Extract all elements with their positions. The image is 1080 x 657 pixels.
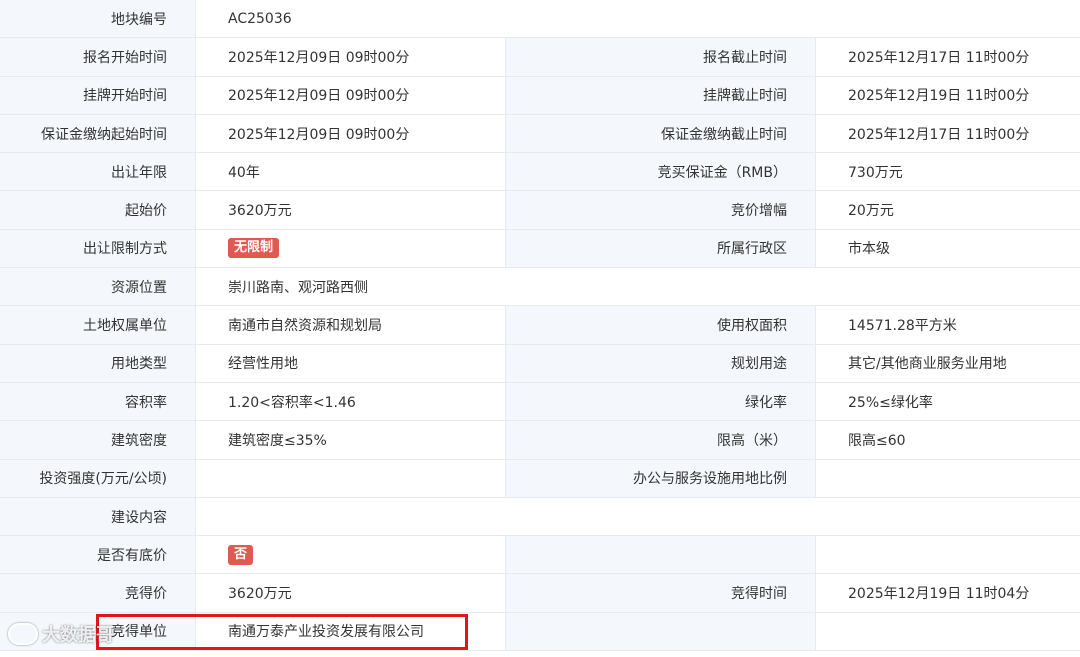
- label-winning-price: 竞得价: [0, 574, 196, 612]
- table-row-term-deposit: 出让年限 40年 竞买保证金（RMB） 730万元: [0, 153, 1080, 192]
- table-row-density: 建筑密度 建筑密度≤35% 限高（米） 限高≤60: [0, 421, 1080, 460]
- value-green-ratio: 25%≤绿化率: [816, 382, 1080, 421]
- table-row-reserve-price: 是否有底价 否: [0, 536, 1080, 575]
- table-row-price: 起始价 3620万元 竞价增幅 20万元: [0, 191, 1080, 230]
- value-empty: [816, 612, 1080, 651]
- table-row-investment: 投资强度(万元/公顷) 办公与服务设施用地比例: [0, 459, 1080, 498]
- value-lease-term: 40年: [196, 153, 506, 191]
- label-deposit-end: 保证金缴纳截止时间: [506, 114, 816, 153]
- table-row-ratio: 容积率 1.20<容积率<1.46 绿化率 25%≤绿化率: [0, 382, 1080, 422]
- label-lease-term: 出让年限: [0, 153, 196, 191]
- label-plot-ratio: 容积率: [0, 382, 196, 421]
- value-plot-ratio: 1.20<容积率<1.46: [196, 382, 506, 421]
- table-row-ownership: 土地权属单位 南通市自然资源和规划局 使用权面积 14571.28平方米: [0, 306, 1080, 345]
- value-construction: [196, 497, 1080, 536]
- value-bid-increment: 20万元: [816, 191, 1080, 229]
- table-row-registration: 报名开始时间 2025年12月09日 09时00分 报名截止时间 2025年12…: [0, 38, 1080, 77]
- label-location: 资源位置: [0, 268, 196, 306]
- value-plot-number: AC25036: [196, 0, 1080, 38]
- value-building-density: 建筑密度≤35%: [196, 421, 506, 459]
- label-restriction: 出让限制方式: [0, 229, 196, 268]
- value-owner: 南通市自然资源和规划局: [196, 306, 506, 344]
- table-row-land-use: 用地类型 经营性用地 规划用途 其它/其他商业服务业用地: [0, 344, 1080, 383]
- label-bid-increment: 竞价增幅: [506, 191, 816, 229]
- value-winning-price: 3620万元: [196, 574, 506, 612]
- table-row-listing: 挂牌开始时间 2025年12月09日 09时00分 挂牌截止时间 2025年12…: [0, 76, 1080, 115]
- value-listing-end: 2025年12月19日 11时00分: [816, 76, 1080, 114]
- value-restriction: 无限制: [196, 229, 506, 268]
- value-district: 市本级: [816, 229, 1080, 268]
- value-planned-use: 其它/其他商业服务业用地: [816, 344, 1080, 382]
- value-reserve-price: 否: [196, 536, 506, 574]
- table-row-plot-number: 地块编号 AC25036: [0, 0, 1080, 39]
- table-row-deposit-time: 保证金缴纳起始时间 2025年12月09日 09时00分 保证金缴纳截止时间 2…: [0, 114, 1080, 154]
- label-listing-start: 挂牌开始时间: [0, 76, 196, 114]
- label-starting-price: 起始价: [0, 191, 196, 229]
- label-registration-end: 报名截止时间: [506, 38, 816, 76]
- label-plot-number: 地块编号: [0, 0, 196, 38]
- label-reserve-price: 是否有底价: [0, 536, 196, 574]
- value-area: 14571.28平方米: [816, 306, 1080, 344]
- value-winning-time: 2025年12月19日 11时04分: [816, 574, 1080, 612]
- label-district: 所属行政区: [506, 229, 816, 268]
- value-registration-start: 2025年12月09日 09时00分: [196, 38, 506, 76]
- label-registration-start: 报名开始时间: [0, 38, 196, 76]
- label-building-density: 建筑密度: [0, 421, 196, 459]
- label-bid-deposit: 竞买保证金（RMB）: [506, 153, 816, 191]
- label-planned-use: 规划用途: [506, 344, 816, 382]
- label-deposit-start: 保证金缴纳起始时间: [0, 114, 196, 153]
- table-row-winning: 竞得价 3620万元 竞得时间 2025年12月19日 11时04分: [0, 574, 1080, 613]
- label-office-ratio: 办公与服务设施用地比例: [506, 459, 816, 497]
- status-badge: 否: [228, 544, 254, 565]
- value-height-limit: 限高≤60: [816, 421, 1080, 459]
- value-listing-start: 2025年12月09日 09时00分: [196, 76, 506, 114]
- label-owner: 土地权属单位: [0, 306, 196, 344]
- value-office-ratio: [816, 459, 1080, 497]
- value-registration-end: 2025年12月17日 11时00分: [816, 38, 1080, 76]
- label-green-ratio: 绿化率: [506, 382, 816, 421]
- value-deposit-start: 2025年12月09日 09时00分: [196, 114, 506, 153]
- label-area: 使用权面积: [506, 306, 816, 344]
- label-construction: 建设内容: [0, 497, 196, 536]
- value-investment-intensity: [196, 459, 506, 497]
- label-winning-time: 竞得时间: [506, 574, 816, 612]
- label-empty: [506, 612, 816, 651]
- label-empty: [506, 536, 816, 574]
- table-row-winner: 竞得单位 南通万泰产业投资发展有限公司: [0, 612, 1080, 652]
- label-land-type: 用地类型: [0, 344, 196, 382]
- label-winner: 竞得单位: [0, 612, 196, 651]
- table-row-construction: 建设内容: [0, 497, 1080, 537]
- value-land-type: 经营性用地: [196, 344, 506, 382]
- land-info-table: 地块编号 AC25036 报名开始时间 2025年12月09日 09时00分 报…: [0, 0, 1080, 657]
- value-bid-deposit: 730万元: [816, 153, 1080, 191]
- value-location: 崇川路南、观河路西侧: [196, 268, 1080, 306]
- label-investment-intensity: 投资强度(万元/公顷): [0, 459, 196, 497]
- value-starting-price: 3620万元: [196, 191, 506, 229]
- label-listing-end: 挂牌截止时间: [506, 76, 816, 114]
- value-winner: 南通万泰产业投资发展有限公司: [196, 612, 506, 651]
- status-badge: 无限制: [228, 238, 280, 259]
- label-height-limit: 限高（米）: [506, 421, 816, 459]
- value-empty: [816, 536, 1080, 574]
- table-row-location: 资源位置 崇川路南、观河路西侧: [0, 268, 1080, 307]
- value-deposit-end: 2025年12月17日 11时00分: [816, 114, 1080, 153]
- table-row-restriction: 出让限制方式 无限制 所属行政区 市本级: [0, 229, 1080, 269]
